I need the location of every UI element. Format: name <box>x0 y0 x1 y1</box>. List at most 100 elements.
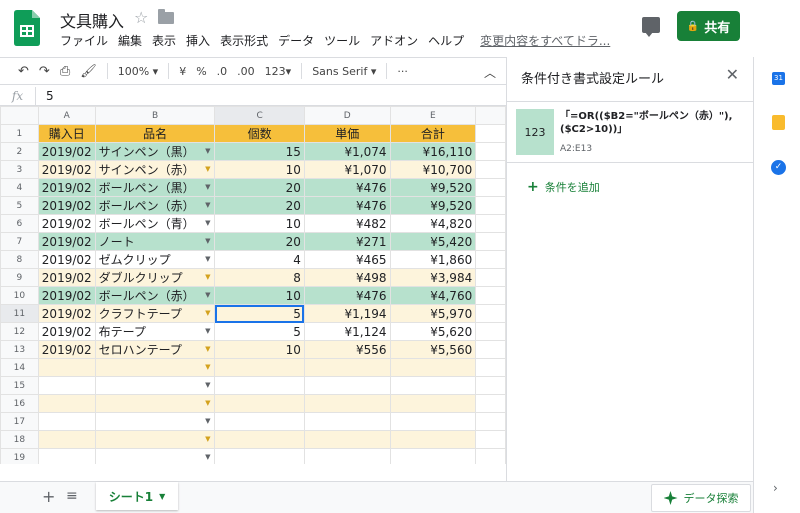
paint-format-icon[interactable]: 🖌 <box>80 64 97 79</box>
cell-qty[interactable]: 5 <box>214 322 305 341</box>
menu-addons[interactable]: アドオン <box>370 32 418 49</box>
cell-item[interactable]: ボールペン（黒） ▼ <box>94 178 216 197</box>
cell-qty[interactable]: 4 <box>214 250 305 269</box>
row-header[interactable]: 14 <box>0 358 39 377</box>
cell-date[interactable]: 2019/02 <box>37 286 96 305</box>
cell-date[interactable]: 2019/02 <box>37 178 96 197</box>
grid-cell[interactable] <box>214 394 305 413</box>
grid-cell[interactable]: ▼ <box>94 430 216 449</box>
menu-insert[interactable]: 挿入 <box>186 32 210 49</box>
grid-cell[interactable] <box>37 358 96 377</box>
cell-item[interactable]: サインペン（赤） ▼ <box>94 160 216 179</box>
last-edit-link[interactable]: 変更内容をすべてドラ... <box>480 32 610 49</box>
cell-total[interactable]: ¥9,520 <box>389 196 477 215</box>
column-header-a[interactable]: A <box>37 106 96 125</box>
print-icon[interactable]: ⎙ <box>60 64 70 79</box>
grid-cell[interactable] <box>475 340 506 359</box>
row-header[interactable]: 2 <box>0 142 39 161</box>
grid-cell[interactable] <box>303 358 391 377</box>
grid-cell[interactable] <box>475 394 506 413</box>
grid-cell[interactable] <box>475 376 506 395</box>
dropdown-arrow-icon[interactable]: ▼ <box>205 147 210 155</box>
cell-total[interactable]: ¥16,110 <box>389 142 477 161</box>
header-cell-price[interactable]: 単価 <box>303 124 391 143</box>
font-select[interactable]: Sans Serif ▾ <box>312 65 376 78</box>
cell-total[interactable]: ¥4,820 <box>389 214 477 233</box>
header-cell-total[interactable]: 合計 <box>389 124 477 143</box>
dropdown-arrow-icon[interactable]: ▼ <box>205 327 210 335</box>
menu-file[interactable]: ファイル <box>60 32 108 49</box>
row-header[interactable]: 11 <box>0 304 39 323</box>
cell-qty[interactable]: 10 <box>214 214 305 233</box>
dropdown-arrow-icon[interactable]: ▼ <box>205 381 210 389</box>
grid-cell[interactable]: ▼ <box>94 394 216 413</box>
dropdown-arrow-icon[interactable]: ▼ <box>205 453 210 461</box>
cell-total[interactable]: ¥5,420 <box>389 232 477 251</box>
cell-item[interactable]: ボールペン（赤） ▼ <box>94 286 216 305</box>
cell-item[interactable]: ボールペン（青） ▼ <box>94 214 216 233</box>
row-header[interactable]: 6 <box>0 214 39 233</box>
grid-cell[interactable] <box>475 142 506 161</box>
currency-button[interactable]: ¥ <box>179 65 186 78</box>
cell-qty[interactable]: 15 <box>214 142 305 161</box>
column-header-e[interactable]: E <box>389 106 477 125</box>
cell-price[interactable]: ¥476 <box>303 178 391 197</box>
dropdown-arrow-icon[interactable]: ▼ <box>205 291 210 299</box>
grid-cell[interactable] <box>37 412 96 431</box>
grid-cell[interactable] <box>475 358 506 377</box>
cell-date[interactable]: 2019/02 <box>37 160 96 179</box>
row-header[interactable]: 19 <box>0 448 39 464</box>
cell-date[interactable]: 2019/02 <box>37 268 96 287</box>
grid-cell[interactable] <box>389 394 477 413</box>
dropdown-arrow-icon[interactable]: ▼ <box>205 345 210 353</box>
cell-price[interactable]: ¥1,194 <box>303 304 391 323</box>
grid-cell[interactable] <box>37 448 96 464</box>
header-cell-date[interactable]: 購入日 <box>37 124 96 143</box>
grid-cell[interactable] <box>389 412 477 431</box>
cell-price[interactable]: ¥482 <box>303 214 391 233</box>
grid-cell[interactable] <box>475 178 506 197</box>
row-header[interactable]: 1 <box>0 124 39 143</box>
star-icon[interactable]: ☆ <box>134 8 148 27</box>
grid-cell[interactable] <box>214 376 305 395</box>
row-header[interactable]: 7 <box>0 232 39 251</box>
grid-cell[interactable] <box>475 322 506 341</box>
grid-cell[interactable] <box>475 232 506 251</box>
grid-cell[interactable] <box>303 394 391 413</box>
cell-date[interactable]: 2019/02 <box>37 142 96 161</box>
all-sheets-icon[interactable]: ≡ <box>66 488 78 504</box>
row-header[interactable]: 13 <box>0 340 39 359</box>
grid-cell[interactable] <box>303 448 391 464</box>
dropdown-arrow-icon[interactable]: ▼ <box>205 417 210 425</box>
row-header[interactable]: 9 <box>0 268 39 287</box>
row-header[interactable]: 3 <box>0 160 39 179</box>
cell-qty[interactable]: 20 <box>214 196 305 215</box>
cell-total[interactable]: ¥10,700 <box>389 160 477 179</box>
keep-icon[interactable] <box>772 115 785 130</box>
cell-qty[interactable]: 10 <box>214 340 305 359</box>
row-header[interactable]: 12 <box>0 322 39 341</box>
format-rule-card[interactable]: 123 「=OR(($B2="ボールペン（赤）"),($C2>10))」 A2:… <box>507 101 753 163</box>
chevron-right-icon[interactable]: › <box>773 481 778 495</box>
row-header[interactable]: 10 <box>0 286 39 305</box>
dropdown-arrow-icon[interactable]: ▼ <box>205 201 210 209</box>
dropdown-arrow-icon[interactable]: ▼ <box>205 309 210 317</box>
formula-input[interactable]: 5 <box>36 89 54 103</box>
decrease-decimal-button[interactable]: .0 <box>217 65 228 78</box>
header-cell-item[interactable]: 品名 <box>94 124 216 143</box>
row-header[interactable]: 18 <box>0 430 39 449</box>
dropdown-arrow-icon[interactable]: ▼ <box>205 399 210 407</box>
row-header[interactable]: 8 <box>0 250 39 269</box>
more-formats-button[interactable]: 123▾ <box>265 65 292 78</box>
add-rule-button[interactable]: + 条件を追加 <box>527 179 600 195</box>
sheet-tab-1[interactable]: シート1 ▼ <box>96 482 178 510</box>
cell-price[interactable]: ¥271 <box>303 232 391 251</box>
dropdown-arrow-icon[interactable]: ▼ <box>205 435 210 443</box>
cell-date[interactable]: 2019/02 <box>37 232 96 251</box>
cell-item[interactable]: サインペン（黒） ▼ <box>94 142 216 161</box>
calendar-icon[interactable]: 31 <box>772 72 785 85</box>
tasks-icon[interactable]: ✓ <box>771 160 786 175</box>
document-title[interactable]: 文具購入 <box>60 8 124 32</box>
grid-cell[interactable] <box>475 268 506 287</box>
grid-cell[interactable] <box>303 412 391 431</box>
